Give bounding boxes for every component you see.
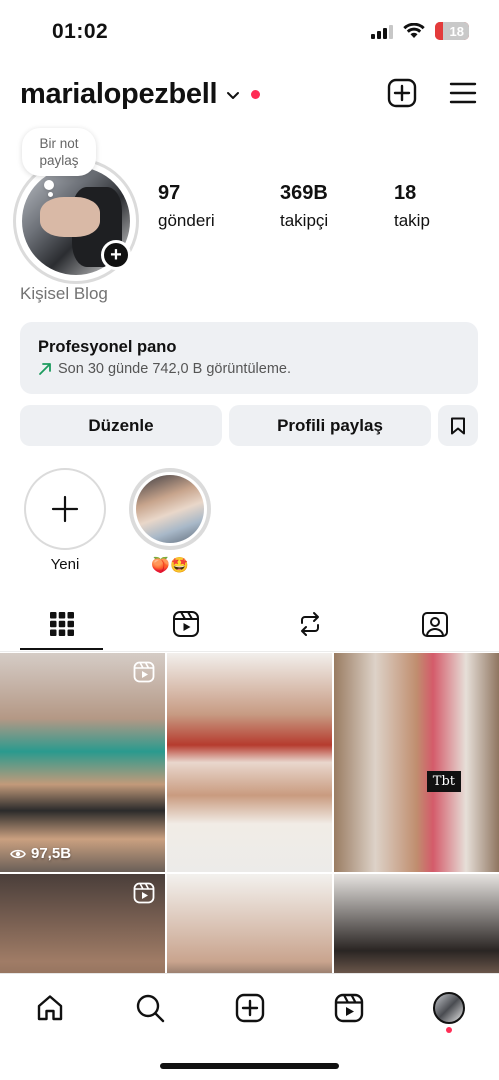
status-time: 01:02 [52,20,109,43]
saved-button[interactable] [438,405,478,446]
grid-post[interactable] [0,874,165,973]
reels-icon[interactable] [172,610,200,638]
cellular-signal-icon [371,23,393,39]
tab-grid[interactable] [42,606,82,642]
stat-posts[interactable]: 97 gönderi [158,182,215,231]
share-profile-button[interactable]: Profili paylaş [229,405,431,446]
active-tab-indicator [20,648,103,650]
highlight-story-circle[interactable] [129,468,211,550]
profile-avatar-nav[interactable] [433,992,465,1024]
repost-icon[interactable] [296,610,324,638]
highlight-new-circle[interactable] [24,468,106,550]
reel-badge-icon [133,661,155,683]
tab-reposts[interactable] [290,606,330,642]
highlight-story-label: 🍑🤩 [151,557,189,574]
new-post-icon[interactable] [387,78,417,108]
grid-icon[interactable] [49,611,75,637]
nav-home[interactable] [32,990,68,1026]
nav-profile[interactable] [431,990,467,1026]
bookmark-icon[interactable] [450,417,466,435]
profile-header: marialopezbell [0,70,499,120]
eye-icon [10,849,26,858]
tbt-sticker: Tbt [426,771,461,792]
highlight-new[interactable]: Yeni [24,468,106,573]
view-count: 97,5B [10,845,71,862]
highlight-story[interactable]: 🍑🤩 [129,468,211,574]
tab-tagged[interactable] [415,606,455,642]
dashboard-subtitle-row: Son 30 günde 742,0 B görüntüleme. [38,361,460,377]
following-count: 18 [394,182,417,204]
note-bubble-tail [44,180,54,190]
profile-action-row: Düzenle Profili paylaş [20,405,478,446]
posts-grid: 97,5B Tbt [0,653,499,973]
home-icon[interactable] [35,993,65,1023]
posts-count: 97 [158,182,181,204]
reels-nav-icon[interactable] [334,993,364,1023]
trend-up-arrow-icon [39,363,51,375]
search-icon[interactable] [135,993,165,1023]
nav-search[interactable] [132,990,168,1026]
grid-post[interactable]: 97,5B [0,653,165,872]
plus-icon [51,495,79,523]
menu-button[interactable] [446,76,480,110]
profile-category: Kişisel Blog [20,284,108,303]
chevron-down-icon[interactable] [225,87,241,103]
tagged-icon[interactable] [421,610,449,638]
grid-post[interactable] [167,653,332,872]
grid-post[interactable] [334,874,499,973]
stat-followers[interactable]: 369B takipçi [280,182,328,231]
username[interactable]: marialopezbell [20,78,218,111]
highlight-new-label: Yeni [50,556,80,573]
nav-reels[interactable] [331,990,367,1026]
professional-dashboard[interactable]: Profesyonel pano Son 30 günde 742,0 B gö… [20,322,478,394]
stat-following[interactable]: 18 takip [394,182,430,231]
tab-reels[interactable] [166,606,206,642]
followers-label: takipçi [280,211,329,230]
view-count-value: 97,5B [31,845,72,862]
notification-dot [251,90,261,99]
reel-badge-icon [133,882,155,904]
edit-profile-button[interactable]: Düzenle [20,405,222,446]
followers-count: 369B [280,182,328,204]
note-bubble-tail-small [48,192,53,197]
wifi-icon [403,23,425,38]
profile-tabs [0,598,499,652]
battery-icon: 18 [435,22,469,40]
grid-post[interactable] [167,874,332,973]
add-story-button[interactable]: + [101,240,131,270]
note-bubble[interactable]: Bir not paylaş [22,128,96,176]
dashboard-title: Profesyonel pano [38,338,177,356]
status-bar: 01:02 18 [0,0,499,62]
following-label: takip [394,211,430,230]
highlight-cover-image [136,475,204,543]
menu-icon[interactable] [449,81,477,105]
account-switcher[interactable]: marialopezbell [20,78,261,111]
posts-label: gönderi [158,211,215,230]
home-indicator [160,1063,339,1069]
new-post-button[interactable] [385,76,419,110]
profile-notification-dot [446,1027,452,1033]
nav-create[interactable] [232,990,268,1026]
dashboard-subtitle: Son 30 günde 742,0 B görüntüleme. [58,361,291,377]
status-icons: 18 [371,22,469,40]
grid-post[interactable]: Tbt [334,653,499,872]
create-icon[interactable] [235,993,265,1023]
battery-level: 18 [449,23,464,39]
